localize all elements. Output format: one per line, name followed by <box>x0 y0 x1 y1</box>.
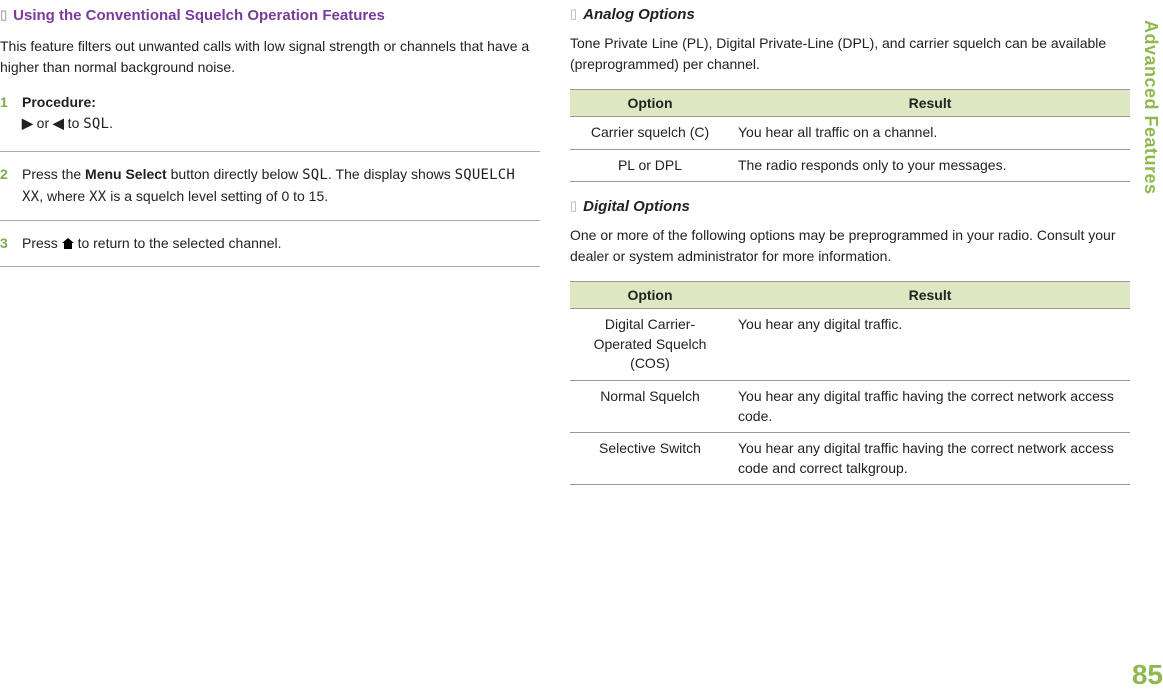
text-dot: . <box>109 115 113 131</box>
step2-text-b: button directly below <box>167 166 302 182</box>
code-sql2: SQL <box>302 167 328 183</box>
table-row: PL or DPL The radio responds only to you… <box>570 149 1130 182</box>
step-divider <box>0 151 540 152</box>
result-cell: You hear any digital traffic having the … <box>730 380 1130 432</box>
table-header-option: Option <box>570 282 730 309</box>
step2-text-d: , where <box>39 188 89 204</box>
option-cell: Digital Carrier-Operated Squelch (COS) <box>570 309 730 381</box>
procedure-label: Procedure: <box>22 94 96 110</box>
step-number: 3 <box>0 233 22 254</box>
intro-paragraph: This feature filters out unwanted calls … <box>0 36 540 78</box>
marker-icon: ▯ <box>570 198 577 214</box>
table-header-result: Result <box>730 282 1130 309</box>
step-2: 2 Press the Menu Select button directly … <box>0 164 540 208</box>
analog-intro: Tone Private Line (PL), Digital Private-… <box>570 33 1130 75</box>
home-icon <box>62 238 74 249</box>
table-header-option: Option <box>570 90 730 117</box>
analog-heading-text: Analog Options <box>583 6 695 23</box>
analog-heading: ▯ Analog Options <box>570 6 1130 23</box>
code-xx: XX <box>89 189 106 205</box>
section-heading: ▯ Using the Conventional Squelch Operatio… <box>0 6 540 26</box>
page-number: 85 <box>1132 659 1163 691</box>
table-row: Selective Switch You hear any digital tr… <box>570 433 1130 485</box>
marker-icon: ▯ <box>570 6 577 22</box>
left-arrow-icon: ◀ <box>53 115 64 131</box>
result-cell: You hear all traffic on a channel. <box>730 117 1130 150</box>
text-or: or <box>33 115 53 131</box>
step3-text-a: Press <box>22 235 62 251</box>
option-cell: Carrier squelch (C) <box>570 117 730 150</box>
digital-options-table: Option Result Digital Carrier-Operated S… <box>570 281 1130 485</box>
option-cell: Selective Switch <box>570 433 730 485</box>
option-cell: PL or DPL <box>570 149 730 182</box>
step-1: 1 Procedure: ▶ or ◀ to SQL. <box>0 92 540 139</box>
step-divider <box>0 266 540 267</box>
option-cell: Normal Squelch <box>570 380 730 432</box>
analog-options-table: Option Result Carrier squelch (C) You he… <box>570 89 1130 182</box>
table-row: Normal Squelch You hear any digital traf… <box>570 380 1130 432</box>
result-cell: You hear any digital traffic having the … <box>730 433 1130 485</box>
step-3: 3 Press to return to the selected channe… <box>0 233 540 254</box>
step-number: 1 <box>0 92 22 139</box>
step3-text-b: to return to the selected channel. <box>74 235 282 251</box>
result-cell: You hear any digital traffic. <box>730 309 1130 381</box>
digital-heading: ▯ Digital Options <box>570 198 1130 215</box>
marker-icon: ▯ <box>0 6 7 24</box>
digital-heading-text: Digital Options <box>583 198 690 215</box>
side-tab-label: Advanced Features <box>1140 20 1161 195</box>
text-to: to <box>64 115 83 131</box>
step2-text-a: Press the <box>22 166 85 182</box>
digital-intro: One or more of the following options may… <box>570 225 1130 267</box>
table-row: Carrier squelch (C) You hear all traffic… <box>570 117 1130 150</box>
step2-bold: Menu Select <box>85 166 167 182</box>
table-row: Digital Carrier-Operated Squelch (COS) Y… <box>570 309 1130 381</box>
step-number: 2 <box>0 164 22 208</box>
step-divider <box>0 220 540 221</box>
table-header-result: Result <box>730 90 1130 117</box>
heading-text: Using the Conventional Squelch Operation… <box>13 7 385 24</box>
right-arrow-icon: ▶ <box>22 115 33 131</box>
code-sql: SQL <box>83 116 109 132</box>
step2-text-c: . The display shows <box>328 166 455 182</box>
result-cell: The radio responds only to your messages… <box>730 149 1130 182</box>
step2-text-e: is a squelch level setting of 0 to 15. <box>106 188 328 204</box>
